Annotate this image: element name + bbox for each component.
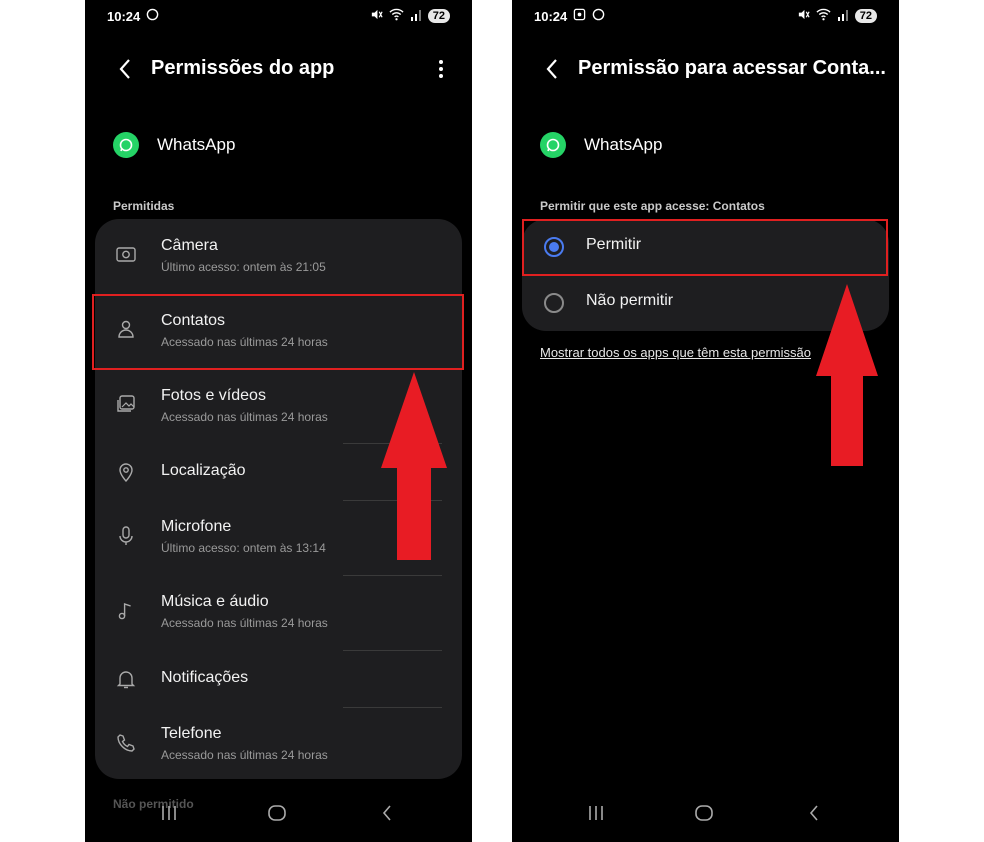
- home-icon: [695, 805, 713, 821]
- screenshot-notification-icon: [573, 8, 586, 24]
- whatsapp-notification-icon: [592, 8, 605, 24]
- radio-deny[interactable]: [544, 293, 564, 313]
- more-vert-icon: [439, 60, 443, 78]
- nav-back-button[interactable]: [367, 798, 407, 828]
- home-icon: [268, 805, 286, 821]
- home-button[interactable]: [257, 798, 297, 828]
- permission-sub: Último acesso: ontem às 13:14: [161, 541, 326, 555]
- permission-item-music[interactable]: Música e áudio Acessado nas últimas 24 h…: [95, 576, 462, 651]
- microphone-icon: [119, 526, 133, 545]
- nav-back-button[interactable]: [794, 798, 834, 828]
- permission-label: Música e áudio: [161, 593, 269, 610]
- status-bar: 10:24 72: [107, 6, 450, 26]
- battery-indicator: 72: [854, 9, 877, 23]
- page-title: Permissão para acessar Conta...: [578, 57, 886, 79]
- permission-sub: Acessado nas últimas 24 horas: [161, 616, 328, 630]
- arrow-up-icon: [381, 372, 447, 560]
- highlight-box-contacts: [92, 294, 464, 370]
- app-header: WhatsApp: [540, 132, 662, 158]
- phone-icon: [117, 734, 135, 752]
- show-all-apps-link[interactable]: Mostrar todos os apps que têm esta permi…: [540, 345, 811, 360]
- nav-bar: [85, 798, 472, 828]
- mute-icon: [370, 8, 383, 24]
- permission-item-notifications[interactable]: Notificações: [95, 651, 462, 707]
- app-name: WhatsApp: [584, 135, 663, 154]
- permission-sub: Último acesso: ontem às 21:05: [161, 260, 326, 274]
- chevron-left-icon: [809, 805, 818, 821]
- permission-sub: Acessado nas últimas 24 horas: [161, 748, 328, 762]
- status-time: 10:24: [107, 8, 141, 24]
- nav-bar: [512, 798, 899, 828]
- mute-icon: [797, 8, 810, 24]
- home-button[interactable]: [684, 798, 724, 828]
- signal-icon: [837, 9, 849, 24]
- app-bar: Permissão para acessar Conta...: [512, 52, 899, 86]
- section-allowed-label: Permitidas: [113, 199, 175, 213]
- option-label: Não permitir: [586, 292, 674, 309]
- back-button[interactable]: [113, 56, 137, 82]
- app-bar: Permissões do app: [85, 52, 472, 86]
- chevron-left-icon: [546, 59, 557, 79]
- app-header: WhatsApp: [113, 132, 235, 158]
- permission-label: Câmera: [161, 237, 218, 254]
- permission-label: Notificações: [161, 669, 249, 686]
- recents-icon: [589, 806, 603, 820]
- recents-icon: [162, 806, 176, 820]
- arrow-up-icon: [816, 284, 878, 466]
- permission-label: Localização: [161, 462, 246, 479]
- permission-label: Telefone: [161, 725, 222, 742]
- back-button[interactable]: [540, 56, 564, 82]
- wifi-icon: [389, 8, 404, 24]
- chevron-left-icon: [119, 59, 130, 79]
- permission-label: Fotos e vídeos: [161, 387, 266, 404]
- signal-icon: [410, 9, 422, 24]
- whatsapp-icon: [113, 132, 139, 158]
- status-time: 10:24: [534, 8, 568, 24]
- status-bar: 10:24 72: [534, 6, 877, 26]
- permission-item-phone[interactable]: Telefone Acessado nas últimas 24 horas: [95, 708, 462, 783]
- photos-icon: [117, 395, 135, 412]
- music-icon: [118, 603, 131, 620]
- app-name: WhatsApp: [157, 135, 236, 154]
- camera-icon: [116, 247, 136, 262]
- recents-button[interactable]: [576, 798, 616, 828]
- permission-item-camera[interactable]: Câmera Último acesso: ontem às 21:05: [95, 219, 462, 294]
- battery-indicator: 72: [427, 9, 450, 23]
- recents-button[interactable]: [149, 798, 189, 828]
- whatsapp-notification-icon: [146, 8, 159, 24]
- highlight-box-allow: [522, 219, 888, 276]
- whatsapp-icon: [540, 132, 566, 158]
- page-title: Permissões do app: [151, 57, 335, 79]
- more-options-button[interactable]: [430, 56, 452, 82]
- location-icon: [119, 463, 133, 483]
- section-label: Permitir que este app acesse: Contatos: [540, 199, 765, 213]
- permission-sub: Acessado nas últimas 24 horas: [161, 410, 328, 424]
- permission-label: Microfone: [161, 518, 232, 535]
- wifi-icon: [816, 8, 831, 24]
- bell-icon: [116, 671, 136, 689]
- chevron-left-icon: [382, 805, 391, 821]
